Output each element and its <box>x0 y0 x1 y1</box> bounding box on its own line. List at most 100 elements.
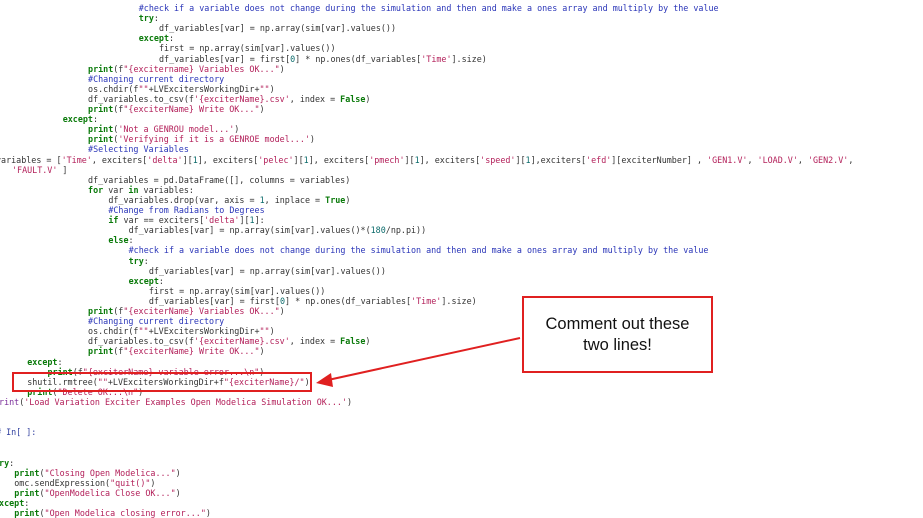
code-token: '{exciterName}.csv' <box>193 93 290 104</box>
code-token: df_variables.to_csv(f <box>88 336 194 347</box>
code-token: "Closing Open Modelica..." <box>44 467 176 478</box>
code-token: "" <box>259 326 270 337</box>
code-token: ) <box>279 63 285 74</box>
code-token: ]: <box>254 215 265 226</box>
code-token: print <box>88 63 114 74</box>
code-line: for var in variables: <box>88 185 194 195</box>
code-line: print(f"{exciterName} Variables OK...") <box>88 306 285 316</box>
code-token: print <box>88 124 114 135</box>
code-token: "{excitername} Variables OK..." <box>123 63 280 74</box>
code-line: print("Closing Open Modelica...") <box>14 468 180 478</box>
code-token: #Changing current directory <box>88 73 225 84</box>
code-token: variables: <box>138 184 194 195</box>
code-token: ],exciters[ <box>530 154 587 165</box>
code-line: df_variables[var] = first[0] * np.ones(d… <box>149 296 477 306</box>
code-token: "{exciterName} Write OK..." <box>123 104 260 114</box>
code-token: except <box>138 33 170 44</box>
code-editor[interactable]: #check if a variable does not change dur… <box>0 0 923 518</box>
code-line: print("OpenModelica Close OK...") <box>14 488 180 498</box>
code-token: 'GEN2.V' <box>807 154 849 165</box>
code-token: print <box>88 104 114 114</box>
code-token: for <box>88 184 104 195</box>
code-token: ) <box>269 326 275 337</box>
code-token: 'Time' <box>411 295 442 306</box>
code-token: 'pelec' <box>258 154 294 165</box>
code-line: #check if a variable does not change dur… <box>139 3 719 13</box>
code-token: print <box>14 508 40 518</box>
code-token: ) <box>175 487 181 498</box>
code-token: ) <box>259 346 265 357</box>
code-token: : <box>9 457 15 468</box>
code-token: 'delta' <box>204 215 240 226</box>
code-token: #Selecting Variables <box>88 144 189 155</box>
code-line: first = np.array(sim[var].values()) <box>159 43 335 53</box>
code-token: , <box>747 154 758 165</box>
code-line: #check if a variable does not change dur… <box>129 245 709 255</box>
code-token: except <box>0 497 25 508</box>
code-token: print <box>0 396 20 407</box>
code-token: ][ <box>293 154 304 165</box>
code-line: print('Not a GENROU model...') <box>88 124 239 134</box>
code-token: #check if a variable does not change dur… <box>128 245 709 256</box>
code-token: "Open Modelica closing error..." <box>44 508 206 518</box>
code-token: except <box>128 275 159 286</box>
code-line: except: <box>63 114 98 124</box>
code-line: first = np.array(sim[var].values()) <box>149 286 325 296</box>
code-token: try <box>0 457 10 468</box>
code-token: 'GEN1.V' <box>707 154 748 165</box>
code-token: ) <box>365 93 371 104</box>
code-token: 'Load Variation Exciter Examples Open Mo… <box>24 396 347 407</box>
code-token: ) <box>150 477 156 488</box>
code-token: ) <box>279 306 285 316</box>
code-line: try: <box>129 256 149 266</box>
code-line: except: <box>27 357 62 367</box>
code-line: #Change from Radians to Degrees <box>108 205 264 215</box>
code-token: 'pmech' <box>369 154 405 165</box>
highlight-box <box>12 372 312 392</box>
code-token: try <box>138 13 154 24</box>
code-line: print('Load Variation Exciter Examples O… <box>0 397 352 407</box>
code-token: 'speed' <box>480 154 516 165</box>
code-token: ] * np.ones(df_variables[ <box>295 53 422 64</box>
code-token: var == exciters[ <box>118 215 205 226</box>
code-token: 'efd' <box>586 154 612 165</box>
code-token: : <box>169 33 175 44</box>
code-token: "{exciterName} Variables OK..." <box>123 306 280 316</box>
code-token: df_variables[var] = np.array(sim[var].va… <box>128 225 371 236</box>
code-line: if var == exciters['delta'][1]: <box>108 215 264 225</box>
code-line: # In[ ]: <box>0 427 36 437</box>
code-token: else <box>108 235 129 246</box>
code-token: except <box>62 114 93 125</box>
code-line: df_variables[var] = np.array(sim[var].va… <box>159 23 396 33</box>
code-line: print(f"{exciterName} Write OK...") <box>88 346 265 356</box>
callout-box: Comment out these two lines! <box>522 296 713 373</box>
code-token: ][ <box>239 215 250 226</box>
code-token: : <box>153 13 159 24</box>
code-token: 'LOAD.V' <box>757 154 798 165</box>
code-token: #Changing current directory <box>88 316 225 327</box>
code-token: print <box>88 346 114 357</box>
code-token: , <box>797 154 808 165</box>
code-token: 180 <box>370 225 386 236</box>
code-line: else: <box>108 235 133 245</box>
code-token: df_variables[var] = first[ <box>148 295 280 306</box>
code-token: (f <box>113 346 124 357</box>
code-line: df_variables[var] = np.array(sim[var].va… <box>129 225 427 235</box>
code-token: False <box>340 93 366 104</box>
code-token: "" <box>259 83 270 94</box>
code-token: True <box>325 194 346 205</box>
code-token: ], exciters[ <box>308 154 370 165</box>
code-token: +LVExcitersWorkingDir+ <box>148 326 260 337</box>
code-token: "OpenModelica Close OK..." <box>44 487 176 498</box>
code-token: ] <box>57 164 68 175</box>
code-line: df_variables.drop(var, axis = 1, inplace… <box>108 195 350 205</box>
code-token: df_variables = pd.DataFrame([], columns … <box>88 174 351 185</box>
code-token: ) <box>205 508 211 518</box>
code-token: : <box>158 275 164 286</box>
code-token: 'delta' <box>147 154 183 165</box>
code-token: "quit()" <box>110 477 151 488</box>
code-token: print <box>14 467 40 478</box>
code-token: df_variables[var] = first[ <box>159 53 291 64</box>
code-token: df_variables.to_csv(f <box>88 93 194 104</box>
code-token: os.chdir(f <box>88 83 139 94</box>
